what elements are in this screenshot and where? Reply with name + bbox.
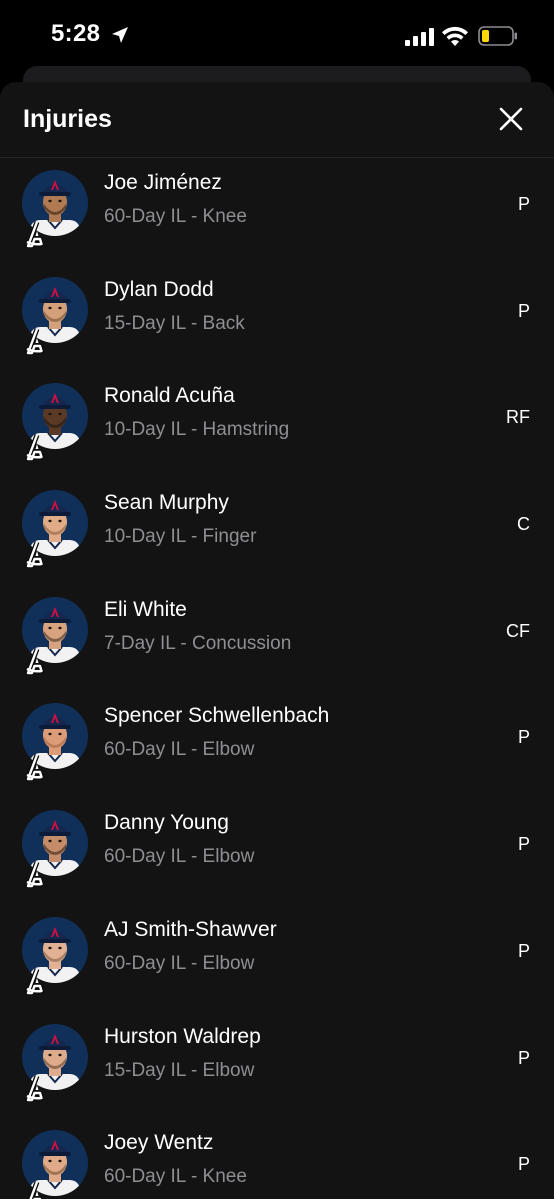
player-avatar-wrap <box>22 1130 88 1199</box>
player-position: RF <box>506 407 530 428</box>
player-position: P <box>517 300 530 321</box>
player-position: CF <box>506 620 530 641</box>
braves-logo-icon <box>25 754 44 782</box>
player-row[interactable]: Joey Wentz 60-Day IL - Knee P <box>0 1118 554 1199</box>
cellular-signal-icon <box>405 28 434 46</box>
player-name: AJ Smith-Shawver <box>104 917 277 941</box>
player-name: Joey Wentz <box>104 1131 214 1155</box>
player-row[interactable]: Dylan Dodd 15-Day IL - Back P <box>0 265 554 372</box>
player-row[interactable]: Danny Young 60-Day IL - Elbow P <box>0 798 554 905</box>
player-row[interactable]: Hurston Waldrep 15-Day IL - Elbow P <box>0 1012 554 1119</box>
player-injury-status: 7-Day IL - Concussion <box>104 632 292 654</box>
player-row[interactable]: Spencer Schwellenbach 60-Day IL - Elbow … <box>0 691 554 798</box>
player-injury-status: 15-Day IL - Back <box>104 312 245 334</box>
sheet-header: Injuries <box>0 82 554 158</box>
braves-logo-icon <box>25 1074 44 1102</box>
player-name: Joe Jiménez <box>104 171 222 194</box>
braves-logo-icon <box>25 861 44 889</box>
braves-logo-icon <box>25 221 44 248</box>
player-injury-status: 60-Day IL - Knee <box>104 206 247 227</box>
wifi-icon <box>442 26 468 46</box>
player-avatar-wrap <box>22 490 88 569</box>
braves-logo-icon <box>25 327 44 355</box>
player-position: P <box>517 940 530 961</box>
player-name: Ronald Acuña <box>104 384 235 408</box>
player-injury-status: 10-Day IL - Finger <box>104 526 257 548</box>
injuries-sheet: Injuries Joe Jiménez 60-Day IL - Knee P … <box>0 82 554 1199</box>
player-row[interactable]: Eli White 7-Day IL - Concussion CF <box>0 585 554 692</box>
status-time: 5:28 <box>51 20 101 47</box>
close-icon <box>499 107 523 131</box>
player-injury-status: 15-Day IL - Elbow <box>104 1059 255 1081</box>
player-name: Danny Young <box>104 811 229 835</box>
player-injury-status: 60-Day IL - Elbow <box>104 952 255 974</box>
player-injury-status: 10-Day IL - Hamstring <box>104 419 290 441</box>
player-position: C <box>517 514 530 535</box>
player-injury-status: 60-Day IL - Elbow <box>104 846 255 868</box>
close-button[interactable] <box>494 102 528 136</box>
player-avatar-wrap <box>22 810 88 889</box>
player-row[interactable]: Sean Murphy 10-Day IL - Finger C <box>0 478 554 585</box>
injury-list: Joe Jiménez 60-Day IL - Knee P Dylan Dod… <box>0 158 554 1199</box>
player-row[interactable]: Joe Jiménez 60-Day IL - Knee P <box>0 158 554 265</box>
player-position: P <box>517 1047 530 1068</box>
player-avatar-wrap <box>22 596 88 675</box>
player-row[interactable]: AJ Smith-Shawver 60-Day IL - Elbow P <box>0 905 554 1012</box>
player-injury-status: 60-Day IL - Knee <box>104 1166 247 1188</box>
status-bar: 5:28 <box>0 0 554 68</box>
battery-icon <box>478 26 517 46</box>
braves-logo-icon <box>25 541 44 569</box>
player-avatar-wrap <box>22 916 88 995</box>
player-position: P <box>517 727 530 748</box>
player-name: Sean Murphy <box>104 491 229 515</box>
player-position: P <box>517 1154 530 1175</box>
player-avatar-wrap <box>22 383 88 462</box>
player-avatar-wrap <box>22 703 88 782</box>
player-row[interactable]: Ronald Acuña 10-Day IL - Hamstring RF <box>0 371 554 478</box>
braves-logo-icon <box>25 967 44 995</box>
player-avatar-wrap <box>22 170 88 248</box>
player-position: P <box>517 194 530 214</box>
player-avatar-wrap <box>22 1023 88 1102</box>
player-name: Hurston Waldrep <box>104 1024 261 1048</box>
player-name: Spencer Schwellenbach <box>104 704 330 728</box>
braves-logo-icon <box>25 647 44 675</box>
player-position: P <box>517 834 530 855</box>
braves-logo-icon <box>25 434 44 462</box>
player-avatar-wrap <box>22 276 88 355</box>
player-injury-status: 60-Day IL - Elbow <box>104 739 255 761</box>
player-name: Dylan Dodd <box>104 277 214 301</box>
sheet-title: Injuries <box>23 105 112 133</box>
player-name: Eli White <box>104 597 187 621</box>
location-arrow-icon <box>112 27 128 43</box>
braves-logo-icon <box>28 1181 43 1199</box>
